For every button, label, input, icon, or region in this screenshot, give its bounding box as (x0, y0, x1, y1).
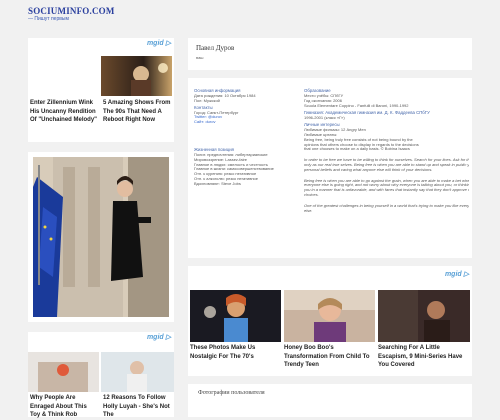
info-line: Вдохновляют: Steve Jobs (194, 180, 241, 186)
user-photos-panel (188, 384, 472, 417)
profile-name: Павел Дуров (196, 44, 235, 52)
info-line: 1996-2001 (класс «Г») (304, 115, 345, 121)
info-line: Scuola Elementare Coppino - Fanfulli di … (304, 102, 409, 108)
ad-panel-top-left: mgid ▷ 5 Amazing Shows From The 90s That… (28, 38, 174, 142)
profile-subtitle: ваш (196, 55, 204, 60)
ad-thumbnail[interactable] (101, 352, 174, 392)
ad-caption[interactable]: Enter Zillennium Wink His Uncanny Rendit… (30, 99, 98, 125)
ad-card[interactable]: 12 Reasons To Follow Holly Luyah - She's… (101, 352, 174, 420)
ad-thumbnail[interactable] (190, 290, 281, 342)
right-info-column: Образование Место учёбы: СПбГУ Год оконч… (304, 88, 469, 213)
ad-caption[interactable]: Honey Boo Boo's Transformation From Chil… (284, 344, 375, 370)
ad-card[interactable]: Searching For A Little Escapism, 9 Mini-… (378, 290, 470, 374)
ad-card[interactable]: These Photos Make Us Nostalgic For The 7… (190, 290, 281, 374)
ad-panel-bottom-left: mgid ▷ Why People Are Enraged About This… (28, 332, 174, 420)
site-logo[interactable]: SOCIUMINFO.COM (28, 6, 115, 16)
ad-caption[interactable]: These Photos Make Us Nostalgic For The 7… (190, 344, 281, 361)
ad-caption[interactable]: Searching For A Little Escapism, 9 Mini-… (378, 344, 470, 370)
section-heading: Контакты (194, 104, 213, 110)
info-line: that one chooses to make on a daily basi… (304, 146, 410, 152)
ad-card[interactable]: Why People Are Enraged About This Toy & … (28, 352, 99, 420)
info-line: Пол: Мужской (194, 97, 220, 103)
site-tagline: — Пишут первым (28, 16, 69, 22)
ad-thumbnail[interactable] (284, 290, 375, 342)
ad-card[interactable]: Honey Boo Boo's Transformation From Chil… (284, 290, 375, 374)
quote-paragraph: Being free is when you are able to go ag… (304, 177, 469, 197)
ad-caption[interactable]: 12 Reasons To Follow Holly Luyah - She's… (103, 394, 173, 420)
ad-panel-right: mgid ▷ These Photos Make Us Nostalgic Fo… (188, 266, 472, 376)
profile-header-panel (188, 38, 472, 70)
ad-caption[interactable]: 5 Amazing Shows From The 90s That Need A… (103, 99, 171, 125)
ad-thumbnail[interactable] (378, 290, 470, 342)
ad-thumbnail[interactable] (28, 352, 99, 392)
profile-info-panel: Основная информация Дата рождения: 10 Ок… (188, 78, 472, 258)
photo-panel (28, 152, 174, 322)
quote-paragraph: One of the greatest challenges in being … (304, 202, 469, 213)
left-info-column: Основная информация Дата рождения: 10 Ок… (194, 88, 294, 187)
mgid-logo[interactable]: mgid ▷ (445, 270, 469, 278)
ad-thumbnail[interactable] (101, 56, 172, 96)
site-link[interactable]: Сайт: durov (194, 119, 294, 125)
ad-card[interactable]: 5 Amazing Shows From The 90s That Need A… (101, 56, 172, 142)
mgid-logo[interactable]: mgid ▷ (147, 333, 171, 341)
profile-photo[interactable] (33, 157, 169, 317)
ad-caption[interactable]: Why People Are Enraged About This Toy & … (30, 394, 98, 420)
quote-paragraph: In order to be free we have to be willin… (304, 157, 469, 172)
user-photos-heading: Фотографии пользователя (198, 390, 265, 396)
mgid-logo[interactable]: mgid ▷ (147, 39, 171, 47)
